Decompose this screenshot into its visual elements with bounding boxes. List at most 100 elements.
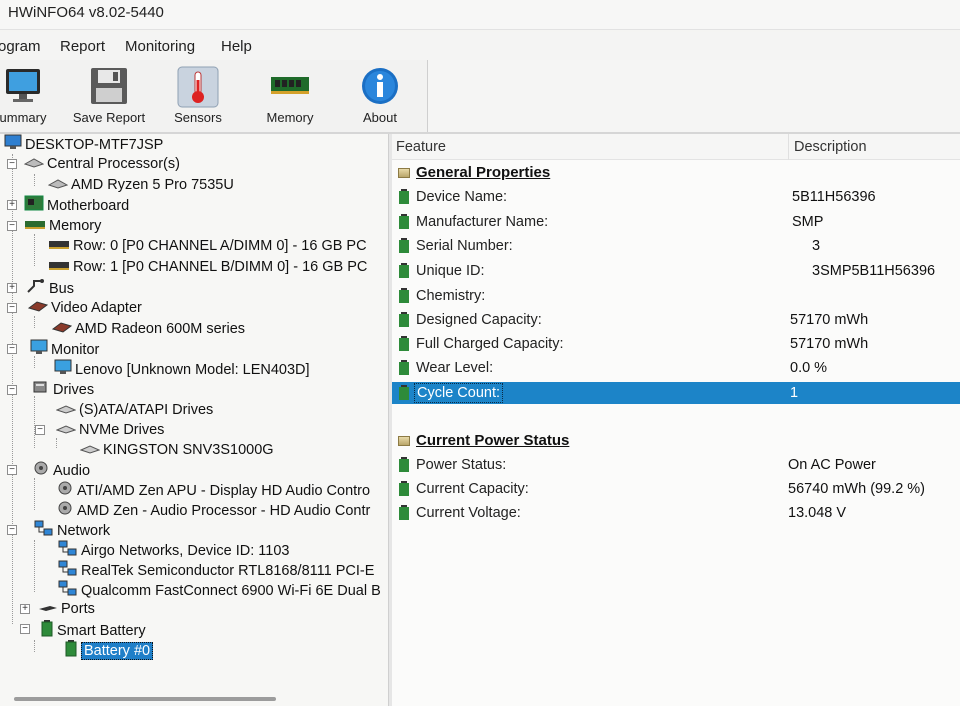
memory-icon [48,257,70,277]
detail-row-selected[interactable]: Cycle Count: 1 [392,382,960,404]
tree-node-audio-hdmi[interactable]: ATI/AMD Zen APU - Display HD Audio Contr… [56,480,370,500]
feature-column-header[interactable]: Feature [396,139,446,155]
battery-icon [40,619,54,643]
tree-node-nvme-drives[interactable]: NVMe Drives [55,420,164,440]
motherboard-icon [24,195,44,217]
tree-node-qualcomm-network[interactable]: Qualcomm FastConnect 6900 Wi-Fi 6E Dual … [58,580,381,600]
tree-node-audio[interactable]: Audio [32,460,90,480]
network-icon [58,540,78,562]
tree-node-central-processors[interactable]: Central Processor(s) [23,154,180,174]
tree-node-kingston-drive[interactable]: KINGSTON SNV3S1000G [79,440,274,460]
toolbar-empty-area [428,60,960,132]
battery-icon [398,238,410,261]
description-column-header[interactable]: Description [794,139,867,155]
tree-node-monitor[interactable]: Monitor [30,339,99,359]
tree-node-drives[interactable]: Drives [32,380,94,400]
sensors-button[interactable]: Sensors [168,60,228,132]
detail-row[interactable]: Current Voltage: 13.048 V [392,502,960,524]
tree-horizontal-scrollbar[interactable] [14,697,276,701]
monitor-icon [30,339,48,361]
menu-help[interactable]: Help [221,38,252,55]
speaker-icon [56,480,74,502]
tree-node-smart-battery[interactable]: Smart Battery [40,619,146,639]
title-bar: HWiNFO64 v8.02-5440 [0,0,960,30]
battery-icon [398,336,410,359]
cpu-icon [23,154,45,174]
speaker-icon [56,500,74,522]
detail-row[interactable]: Chemistry: [392,285,960,307]
tree-node-realtek-network[interactable]: RealTek Semiconductor RTL8168/8111 PCI-E [58,560,374,580]
collapse-cpu-toggle[interactable]: − [7,159,17,169]
menu-bar: ogram Report Monitoring Help [0,32,960,60]
tree-node-airgo-network[interactable]: Airgo Networks, Device ID: 1103 [58,540,289,560]
tree-node-bus[interactable]: Bus [26,278,74,298]
tree-node-computer[interactable]: DESKTOP-MTF7JSP [4,134,163,154]
floppy-disk-icon [89,66,129,111]
section-icon [398,168,410,178]
battery-icon [398,263,410,286]
tree-node-battery-0[interactable]: Battery #0 [64,639,154,660]
save-report-button[interactable]: Save Report [68,60,150,132]
detail-row[interactable]: Full Charged Capacity: 57170 mWh [392,333,960,355]
detail-row[interactable]: Power Status: On AC Power [392,454,960,476]
details-pane: Feature Description General Properties D… [392,134,960,706]
battery-icon [398,505,410,528]
summary-label: ummary [0,110,47,125]
computer-icon [4,134,22,156]
section-general-properties: General Properties [392,162,960,184]
battery-icon [398,214,410,237]
video-card-icon [27,298,49,318]
detail-row[interactable]: Designed Capacity: 57170 mWh [392,309,960,331]
drive-icon [55,400,77,420]
tree-node-motherboard[interactable]: Motherboard [24,195,129,215]
menu-report[interactable]: Report [60,38,105,55]
summary-button[interactable]: ummary [0,60,60,132]
tree-node-video-adapter[interactable]: Video Adapter [27,298,142,318]
toolbar: ummary Save Report Sensors Memory About [0,60,428,132]
cpu-icon [47,175,69,195]
battery-icon [398,457,410,480]
window-title: HWiNFO64 v8.02-5440 [8,4,164,21]
collapse-network-toggle[interactable]: − [7,525,17,535]
tree-node-sata-drives[interactable]: (S)ATA/ATAPI Drives [55,400,213,420]
memory-icon [24,216,46,236]
tree-node-ports[interactable]: Ports [38,599,95,619]
port-icon [38,599,58,619]
expand-ports-toggle[interactable]: + [20,604,30,614]
battery-icon [398,385,410,408]
tree-node-memory-row-0[interactable]: Row: 0 [P0 CHANNEL A/DIMM 0] - 16 GB PC [48,236,367,256]
detail-row[interactable]: Device Name: 5B11H56396 [392,186,960,208]
detail-row[interactable]: Manufacturer Name: SMP [392,211,960,233]
menu-monitoring[interactable]: Monitoring [125,38,195,55]
drive-icon [79,440,101,460]
tree-node-network[interactable]: Network [34,520,110,540]
tree-node-lenovo-monitor[interactable]: Lenovo [Unknown Model: LEN403D] [54,359,310,379]
detail-row[interactable]: Unique ID: 3SMP5B11H56396 [392,260,960,282]
detail-row[interactable]: Wear Level: 0.0 % [392,357,960,379]
device-tree[interactable]: DESKTOP-MTF7JSP − Central Processor(s) A… [0,134,388,706]
collapse-video-toggle[interactable]: − [7,303,17,313]
detail-row[interactable]: Current Capacity: 56740 mWh (99.2 %) [392,478,960,500]
save-report-label: Save Report [72,110,146,125]
memory-button[interactable]: Memory [258,60,322,132]
expand-motherboard-toggle[interactable]: + [7,200,17,210]
speaker-icon [32,460,50,482]
collapse-nvme-toggle[interactable]: − [35,425,45,435]
collapse-smart-battery-toggle[interactable]: − [20,624,30,634]
detail-row[interactable]: Serial Number: 3 [392,235,960,257]
tree-node-cpu[interactable]: AMD Ryzen 5 Pro 7535U [47,175,234,195]
collapse-memory-toggle[interactable]: − [7,221,17,231]
tree-node-gpu[interactable]: AMD Radeon 600M series [51,319,245,339]
collapse-monitor-toggle[interactable]: − [7,344,17,354]
tree-node-memory[interactable]: Memory [24,216,101,236]
battery-icon [398,481,410,504]
tree-node-memory-row-1[interactable]: Row: 1 [P0 CHANNEL B/DIMM 0] - 16 GB PC [48,257,367,277]
tree-node-audio-processor[interactable]: AMD Zen - Audio Processor - HD Audio Con… [56,500,370,520]
expand-bus-toggle[interactable]: + [7,283,17,293]
collapse-drives-toggle[interactable]: − [7,385,17,395]
battery-icon [398,312,410,335]
thermometer-icon [177,66,219,113]
collapse-audio-toggle[interactable]: − [7,465,17,475]
menu-program[interactable]: ogram [0,38,41,55]
about-button[interactable]: About [350,60,410,132]
